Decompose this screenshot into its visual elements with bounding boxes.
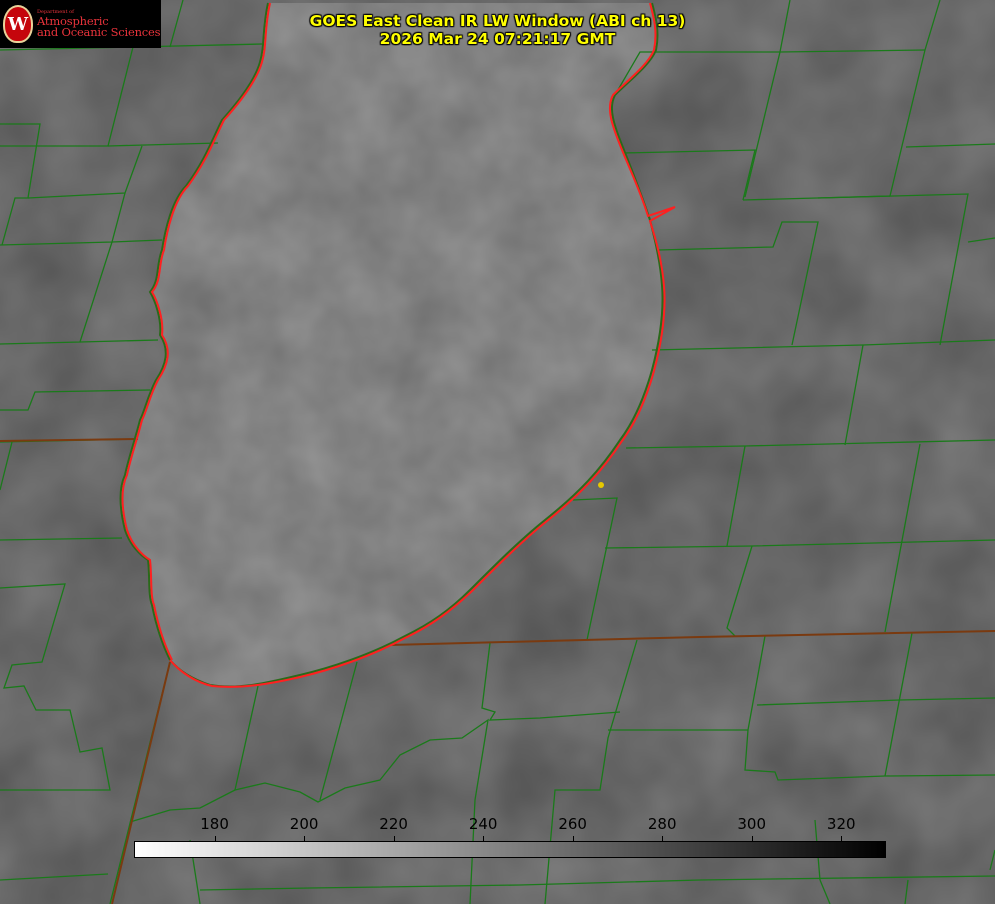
- colorbar-tick-mark: [214, 836, 216, 841]
- image-timestamp: 2026 Mar 24 07:21:17 GMT: [379, 30, 616, 48]
- colorbar-tick-mark: [304, 836, 306, 841]
- colorbar-tick-mark: [751, 836, 753, 841]
- site-marker: [598, 482, 604, 488]
- colorbar-tick-label: 300: [737, 815, 767, 833]
- colorbar-tick-label: 180: [200, 815, 229, 833]
- colorbar-tick-label: 240: [468, 815, 498, 833]
- colorbar-tick-mark: [483, 836, 485, 841]
- colorbar-tick-mark: [841, 836, 843, 841]
- colorbar-tick-mark: [662, 836, 664, 841]
- colorbar-tick-label: 260: [558, 815, 587, 833]
- colorbar-tick-mark: [393, 836, 395, 841]
- colorbar-tick-mark: [572, 836, 574, 841]
- temperature-colorbar: [134, 841, 886, 858]
- colorbar-tick-label: 220: [379, 815, 408, 833]
- satellite-map: [0, 0, 995, 904]
- colorbar-tick-label: 200: [289, 815, 319, 833]
- colorbar-tick-label: 320: [826, 815, 856, 833]
- image-title: GOES East Clean IR LW Window (ABI ch 13): [309, 12, 686, 30]
- colorbar-tick-label: 280: [647, 815, 677, 833]
